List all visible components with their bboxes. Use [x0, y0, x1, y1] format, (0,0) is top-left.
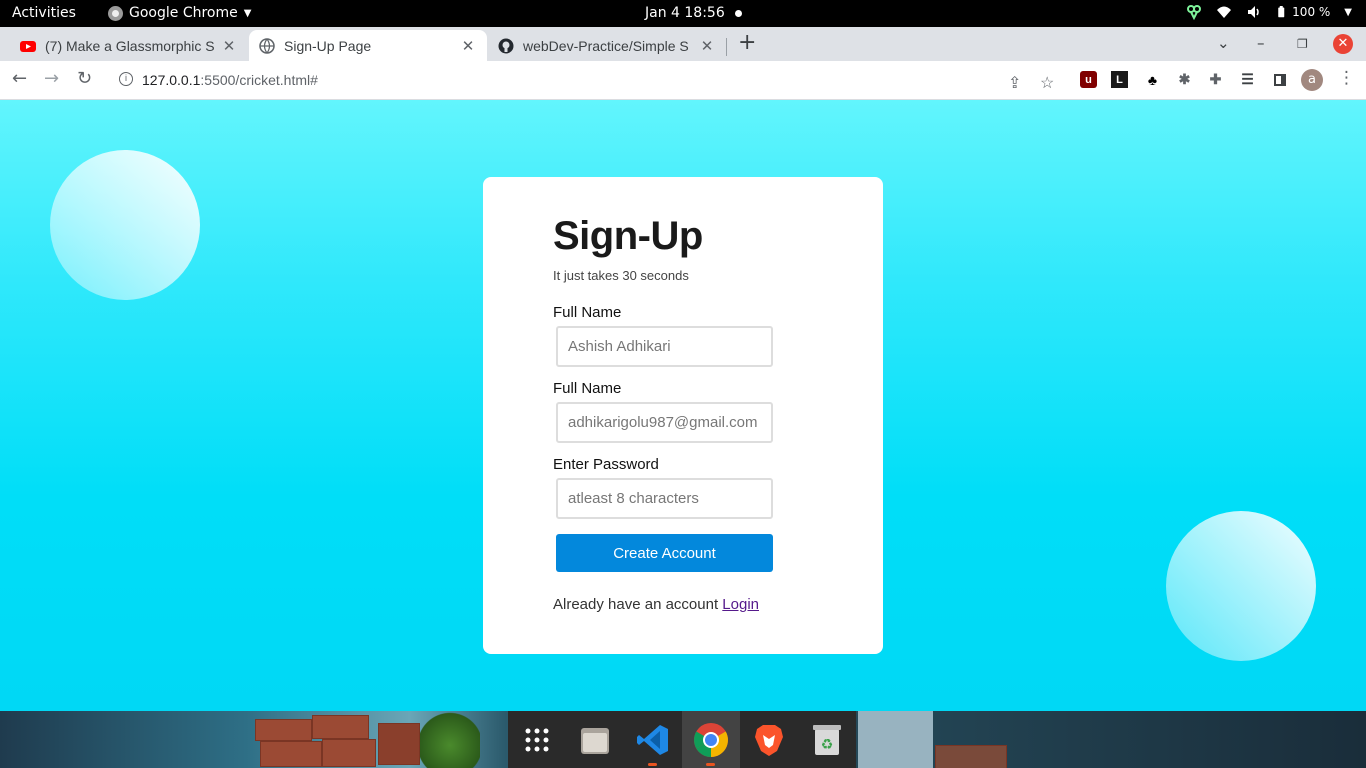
- chevron-down-icon: ▼: [243, 7, 252, 19]
- email-input[interactable]: [556, 402, 773, 443]
- wallpaper-brick: [312, 715, 369, 739]
- page-viewport: Sign-Up It just takes 30 seconds Full Na…: [0, 100, 1366, 711]
- forward-arrow-icon[interactable]: →: [44, 69, 59, 89]
- power-menu-chevron-icon[interactable]: ▼: [1344, 7, 1352, 18]
- bug-icon[interactable]: ✱: [1176, 71, 1193, 88]
- dock: ♻: [508, 711, 856, 768]
- address-bar[interactable]: i 127.0.0.1:5500/cricket.html# ⇪ ☆: [108, 65, 1064, 95]
- chrome-app-icon: [108, 5, 123, 21]
- gnome-icon[interactable]: ♣: [1144, 71, 1161, 88]
- puzzle-icon[interactable]: ✚: [1207, 71, 1224, 88]
- globe-icon: [259, 37, 275, 54]
- decorative-bubble: [1166, 511, 1316, 661]
- tab-youtube[interactable]: (7) Make a Glassmorphic S ✕: [10, 30, 248, 61]
- brave-icon: [755, 724, 783, 756]
- tab-github[interactable]: webDev-Practice/Simple S ✕: [488, 30, 726, 61]
- dock-trash[interactable]: ♻: [798, 711, 856, 768]
- close-tab-icon[interactable]: ✕: [220, 37, 238, 55]
- gnome-top-bar: Activities Google Chrome ▼ Jan 4 18:56 1…: [0, 0, 1366, 27]
- extension-indicator-icon[interactable]: [1186, 4, 1202, 20]
- media-queue-icon[interactable]: ☰: [1239, 71, 1256, 88]
- login-prompt: Already have an account Login: [553, 596, 759, 613]
- ublock-icon[interactable]: u: [1080, 71, 1097, 88]
- app-menu[interactable]: Google Chrome ▼: [108, 5, 251, 21]
- password-input[interactable]: [556, 478, 773, 519]
- dock-app-grid[interactable]: [508, 711, 566, 768]
- battery-icon: [1278, 6, 1285, 18]
- lighthouse-icon[interactable]: L: [1111, 71, 1128, 88]
- reload-icon[interactable]: ↻: [77, 69, 92, 89]
- tab-sign-up-page[interactable]: Sign-Up Page ✕: [249, 30, 487, 61]
- wallpaper-plant: [420, 711, 480, 768]
- activities-button[interactable]: Activities: [12, 5, 76, 21]
- app-menu-label: Google Chrome: [129, 5, 238, 21]
- page-title: Sign-Up: [553, 214, 703, 258]
- volume-icon: [1248, 6, 1259, 18]
- clock[interactable]: Jan 4 18:56: [645, 5, 725, 21]
- url-text[interactable]: 127.0.0.1:5500/cricket.html#: [142, 72, 318, 88]
- new-tab-button[interactable]: +: [738, 32, 756, 54]
- battery-percent: 100 %: [1292, 5, 1331, 19]
- youtube-icon: [20, 40, 36, 52]
- kebab-menu-icon[interactable]: ⋮: [1338, 68, 1355, 88]
- system-tray[interactable]: 100 % ▼: [1186, 4, 1352, 20]
- subheading: It just takes 30 seconds: [553, 268, 689, 283]
- dock-vscode[interactable]: [624, 711, 682, 768]
- site-info-icon[interactable]: i: [119, 72, 133, 86]
- dock-chrome[interactable]: [682, 711, 740, 768]
- chrome-icon: [694, 722, 728, 757]
- full-name-input[interactable]: [556, 326, 773, 367]
- wallpaper-brick: [322, 739, 376, 767]
- wallpaper-brick: [260, 741, 322, 767]
- tab-title: Sign-Up Page: [284, 37, 372, 54]
- dock-files[interactable]: [566, 711, 624, 768]
- wifi-icon: [1217, 6, 1232, 18]
- password-label: Enter Password: [553, 456, 659, 473]
- profile-avatar[interactable]: a: [1301, 69, 1323, 91]
- minimize-window-button[interactable]: –: [1257, 34, 1265, 52]
- battery-status: 100 %: [1276, 4, 1330, 20]
- tab-search-chevron-icon[interactable]: ⌄: [1217, 34, 1230, 52]
- email-label: Full Name: [553, 380, 622, 397]
- tab-title: webDev-Practice/Simple S: [523, 37, 689, 54]
- vscode-icon: [637, 724, 668, 755]
- login-link[interactable]: Login: [722, 596, 759, 613]
- trash-icon: ♻: [813, 724, 841, 755]
- app-grid-icon: [525, 728, 549, 751]
- bookmark-star-icon[interactable]: ☆: [1040, 73, 1054, 93]
- github-icon: [498, 38, 514, 53]
- login-prompt-text: Already have an account: [553, 596, 719, 613]
- wallpaper-brick: [378, 723, 420, 765]
- browser-toolbar: ← → ↻ i 127.0.0.1:5500/cricket.html# ⇪ ☆: [0, 61, 1366, 100]
- close-tab-icon[interactable]: ✕: [698, 37, 716, 55]
- close-tab-icon[interactable]: ✕: [459, 37, 477, 55]
- wallpaper-brick: [935, 745, 1007, 768]
- files-icon: [581, 727, 609, 754]
- wallpaper-brick: [255, 719, 312, 741]
- svg-text:♻: ♻: [821, 737, 834, 753]
- dock-brave[interactable]: [740, 711, 798, 768]
- restore-window-button[interactable]: ❐: [1297, 37, 1308, 51]
- back-arrow-icon[interactable]: ←: [12, 69, 27, 89]
- tab-title: (7) Make a Glassmorphic S: [45, 37, 215, 54]
- notification-dot: [735, 10, 742, 17]
- desktop-wallpaper: ♻: [0, 711, 1366, 768]
- side-panel-icon[interactable]: [1271, 71, 1288, 88]
- create-account-button[interactable]: Create Account: [556, 534, 773, 572]
- tab-strip: (7) Make a Glassmorphic S ✕ Sign-Up Page…: [0, 27, 1366, 61]
- wallpaper-building: [858, 711, 933, 768]
- share-icon[interactable]: ⇪: [1008, 73, 1021, 93]
- decorative-bubble: [50, 150, 200, 300]
- signup-card: Sign-Up It just takes 30 seconds Full Na…: [483, 177, 883, 654]
- full-name-label: Full Name: [553, 304, 622, 321]
- tab-separator: [726, 38, 727, 56]
- close-window-button[interactable]: ✕: [1333, 34, 1353, 54]
